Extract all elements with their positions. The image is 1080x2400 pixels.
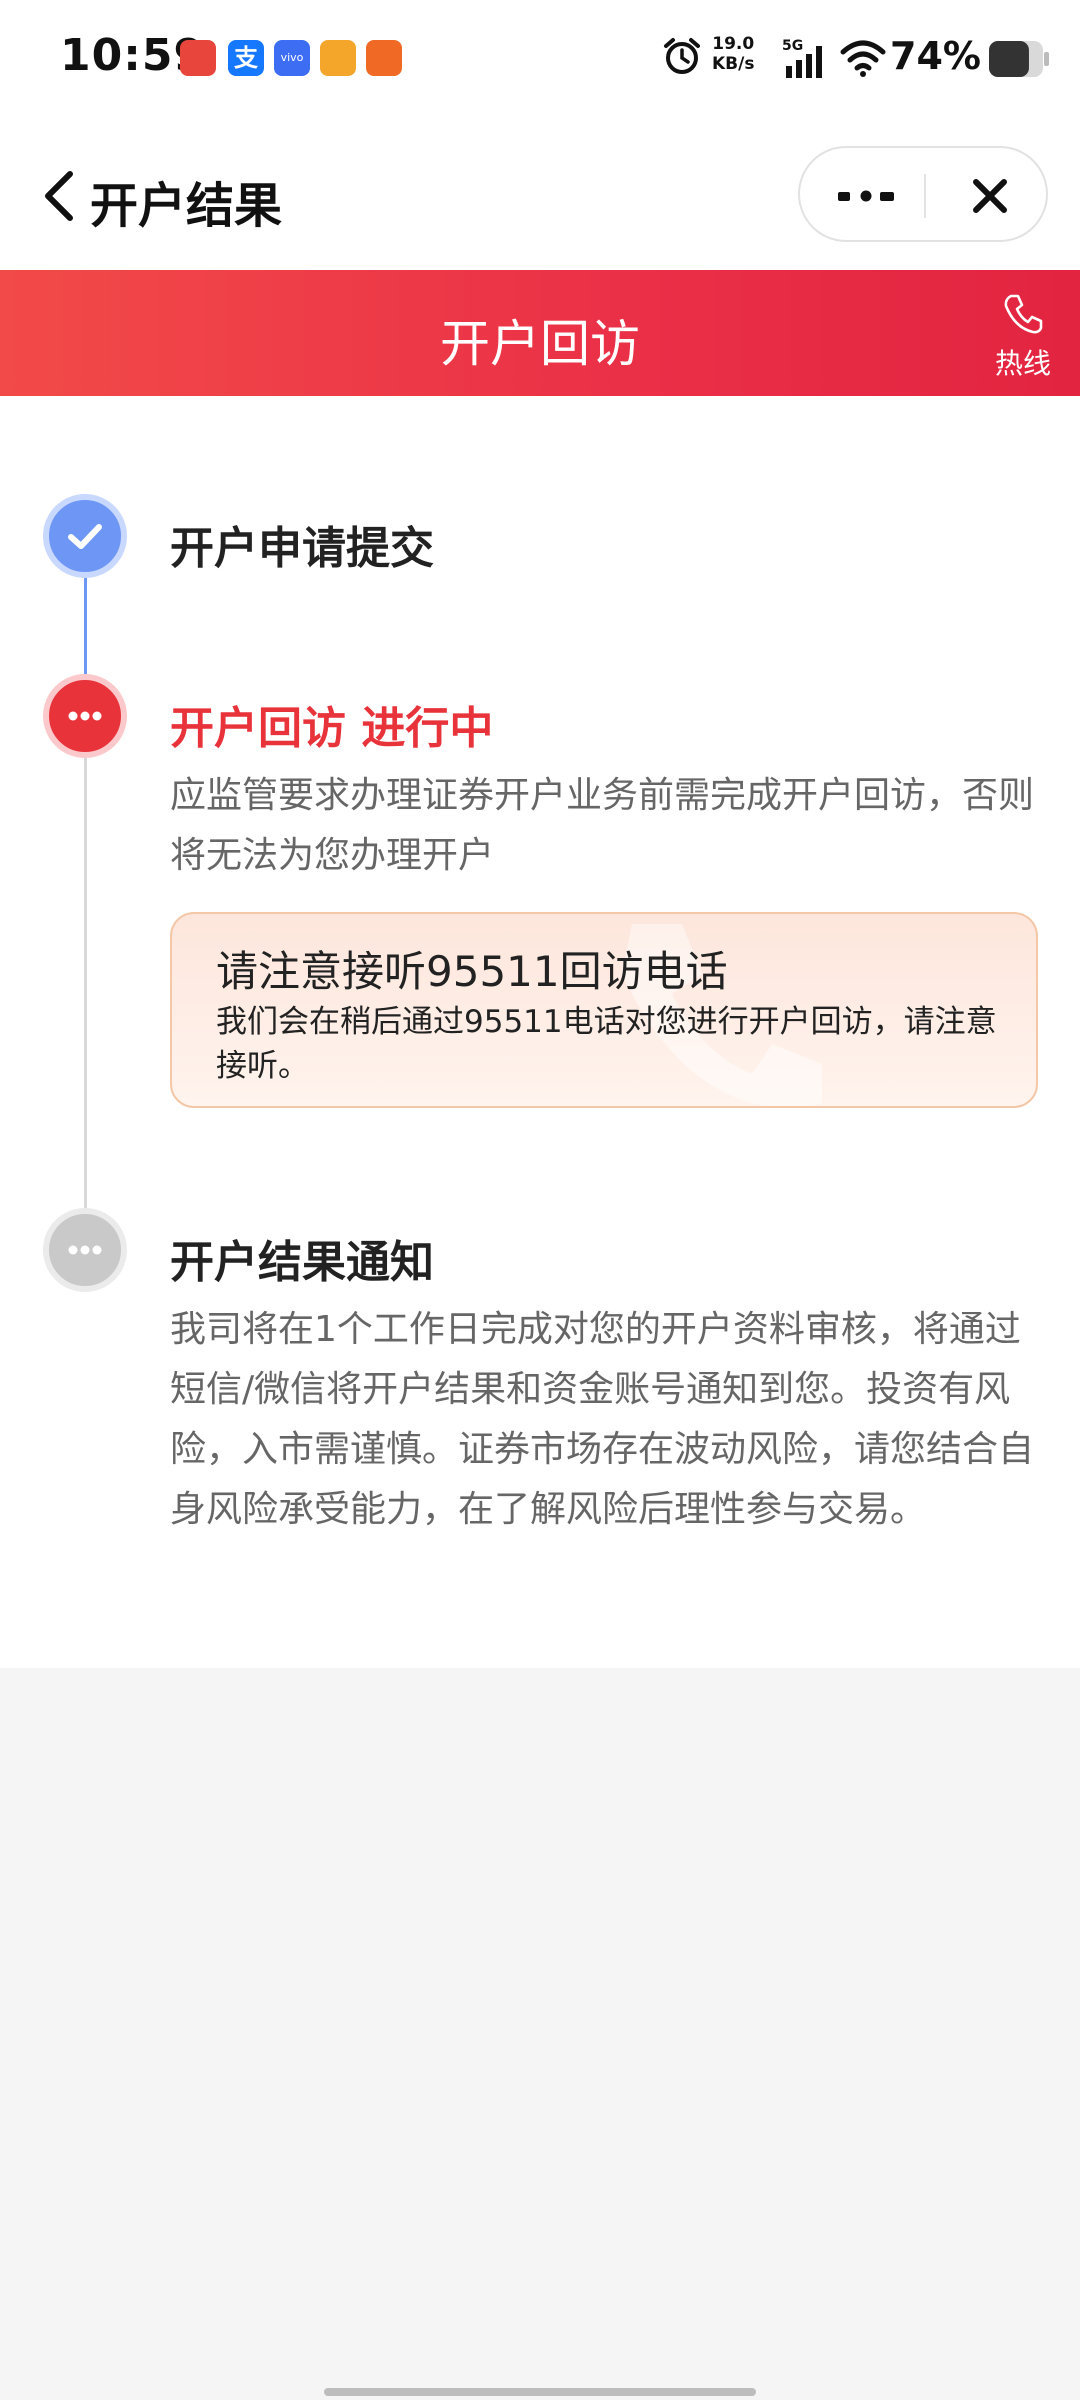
mascot-app-icon (320, 40, 356, 76)
checkmark-icon (68, 524, 102, 549)
timeline-connector-pending (84, 726, 87, 1246)
section-banner: 开户回访 热线 (0, 270, 1080, 396)
battery-icon (989, 41, 1049, 77)
net-speed: 19.0 KB/s (712, 34, 754, 74)
step-desc-callback: 应监管要求办理证券开户业务前需完成开户回访，否则将无法为您办理开户 (170, 775, 1035, 876)
wifi-icon (840, 40, 886, 77)
notice-title: 请注意接听95511回访电话 (216, 947, 728, 996)
hotline-label: 热线 (994, 347, 1051, 380)
step-desc-result: 我司将在1个工作日完成对您的开户资料审核，将通过短信/微信将开户结果和资金账号通… (170, 1309, 1035, 1530)
close-icon[interactable] (968, 174, 1012, 218)
step-title-callback: 开户回访 进行中 (170, 703, 494, 754)
step-pending-marker (43, 1208, 127, 1292)
red-mascot-app-icon (180, 40, 216, 76)
page-title: 开户结果 (90, 178, 283, 234)
nav-header: 开户结果 (0, 118, 1080, 270)
callback-notice-card: 请注意接听95511回访电话 我们会在稍后通过95511电话对您进行开户回访，请… (170, 912, 1038, 1108)
alipay-icon: 支 (228, 40, 264, 76)
orange-app-icon (366, 40, 402, 76)
signal-5g-icon: 5G (782, 38, 822, 78)
ellipsis-icon (68, 711, 102, 721)
alarm-icon (664, 38, 700, 74)
battery-percent: 74% (890, 34, 981, 78)
page: 10:59 支 vivo 19.0 KB/s 5G 74% 开户结果 开户回访 … (0, 0, 1080, 2400)
step-title-result: 开户结果通知 (170, 1237, 434, 1288)
mini-program-capsule (798, 146, 1048, 242)
step-title-submit: 开户申请提交 (170, 523, 434, 574)
step-active-marker (43, 674, 127, 758)
home-indicator[interactable] (324, 2388, 756, 2396)
net-speed-unit: KB/s (712, 54, 755, 74)
hotline-button[interactable]: 热线 (988, 292, 1058, 382)
phone-icon (1004, 294, 1043, 334)
status-bar: 10:59 支 vivo 19.0 KB/s 5G 74% (0, 0, 1080, 118)
network-type-label: 5G (782, 38, 803, 54)
step-done-marker (43, 494, 127, 578)
vivo-icon: vivo (274, 40, 310, 76)
net-speed-value: 19.0 (712, 34, 755, 54)
ellipsis-icon (68, 1245, 102, 1255)
banner-title: 开户回访 (440, 315, 640, 373)
back-chevron-icon[interactable] (40, 168, 80, 224)
more-options-icon[interactable] (830, 176, 902, 216)
capsule-divider (924, 174, 926, 218)
timeline-panel: 开户申请提交 开户回访 进行中 应监管要求办理证券开户业务前需完成开户回访，否则… (0, 396, 1080, 1668)
notice-text: 我们会在稍后通过95511电话对您进行开户回访，请注意接听。 (216, 1004, 997, 1084)
